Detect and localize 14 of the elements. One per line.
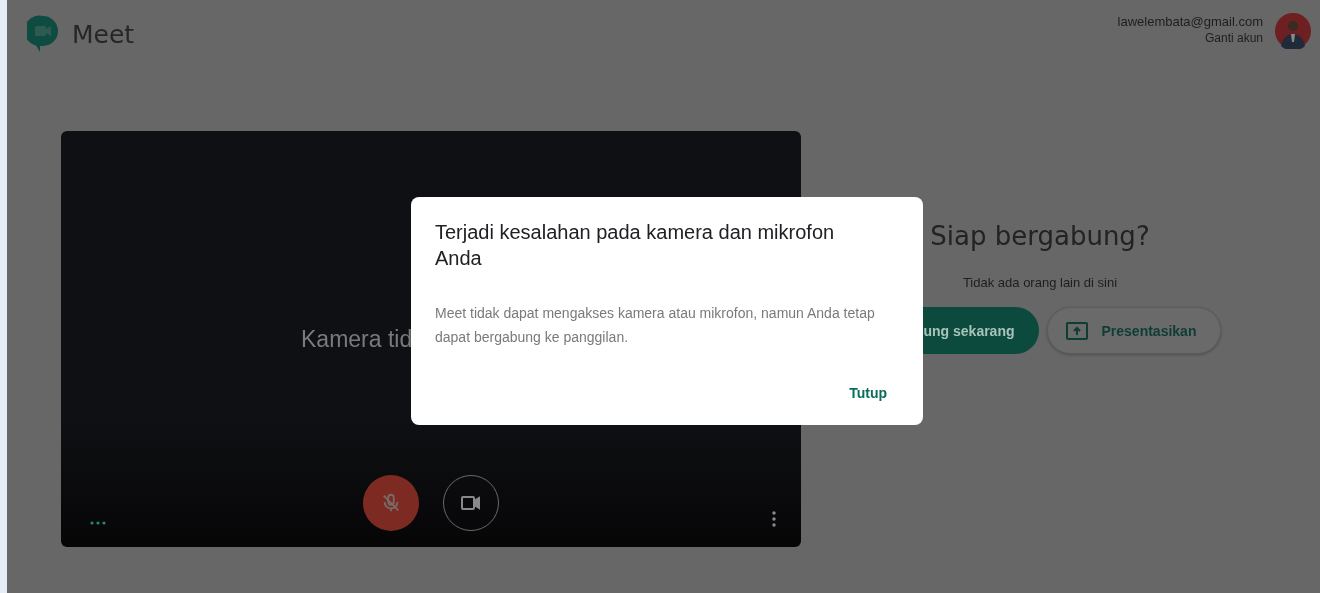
camera-message: Kamera tid	[301, 326, 413, 353]
microphone-button[interactable]	[363, 475, 419, 531]
switch-account-link[interactable]: Ganti akun	[1204, 30, 1263, 47]
app-name: Meet	[72, 19, 135, 49]
ready-heading: Siap bergabung?	[930, 221, 1150, 251]
dialog-title: Terjadi kesalahan pada kamera dan mikrofon Anda	[435, 220, 836, 271]
present-icon	[1065, 321, 1088, 340]
meet-logo-icon	[27, 15, 59, 53]
status-text: Tidak ada orang lain di sini	[962, 275, 1118, 290]
more-vertical-icon[interactable]	[772, 511, 776, 527]
account-email: lawelembata@gmail.com	[1117, 13, 1263, 30]
close-button[interactable]: Tutup	[837, 379, 899, 407]
muted-microphone-icon	[380, 492, 402, 514]
more-horizontal-icon[interactable]	[90, 521, 106, 525]
